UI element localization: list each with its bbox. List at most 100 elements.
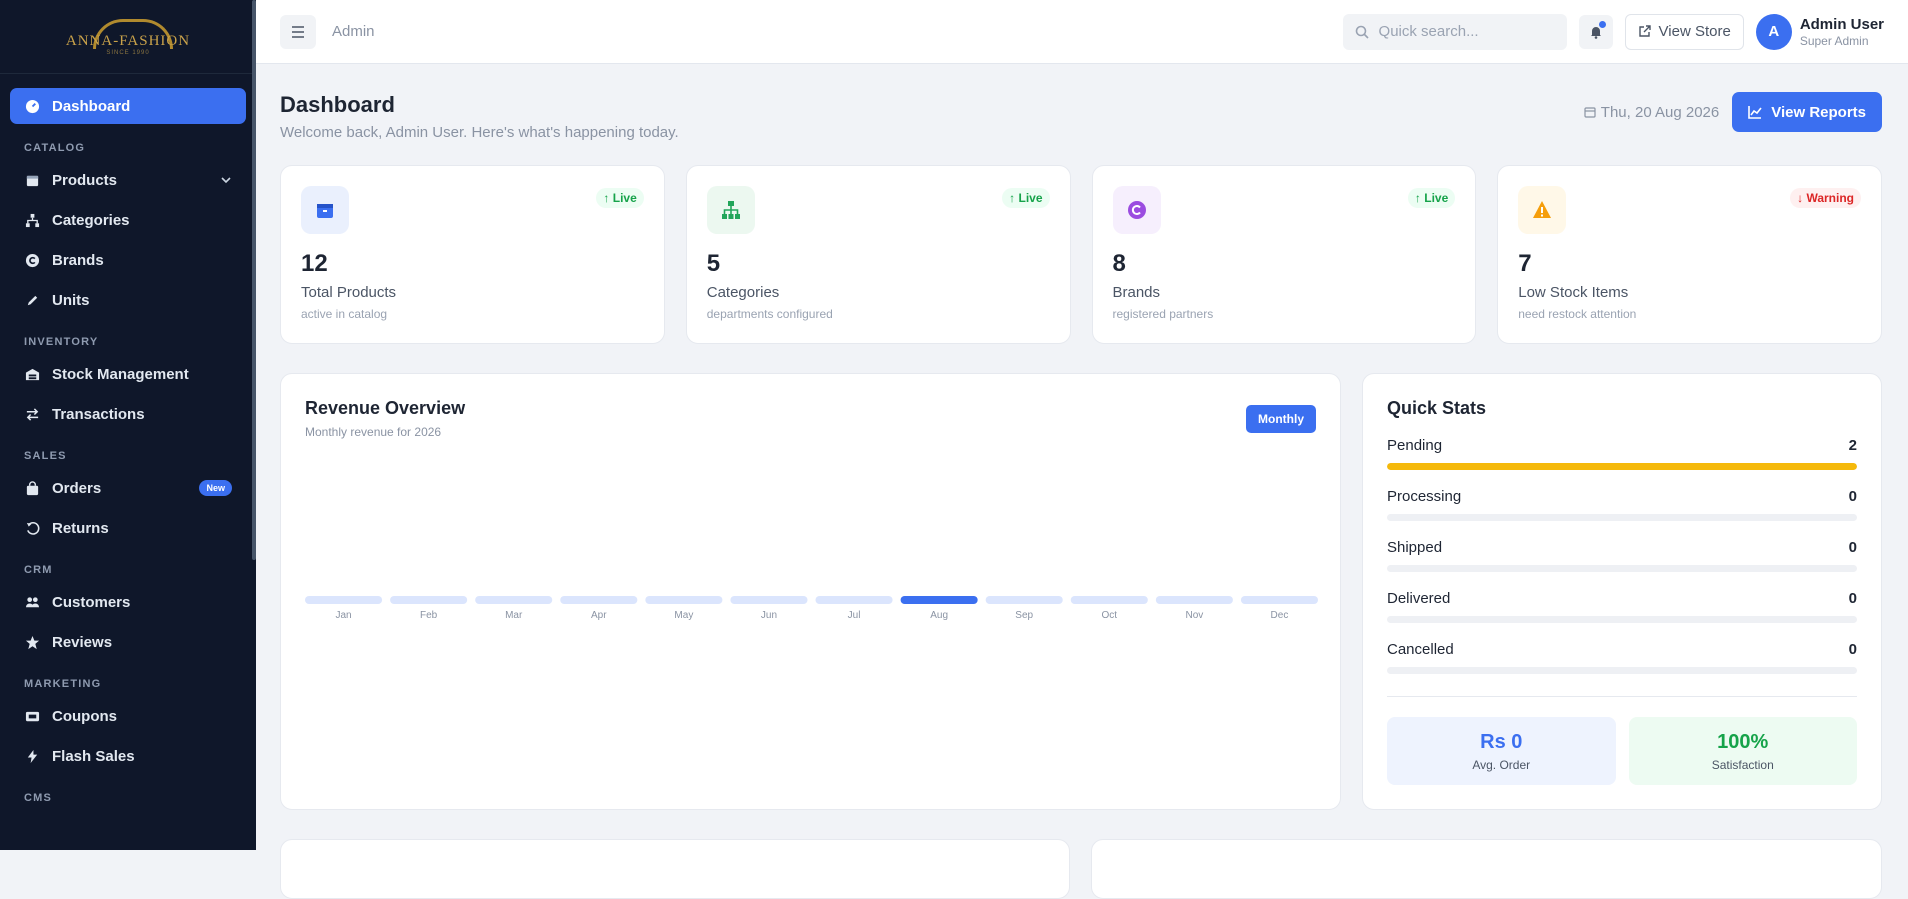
stat-label: Brands: [1112, 284, 1161, 301]
sidebar-item-reviews[interactable]: Reviews: [10, 624, 246, 660]
logo-subtext: SINCE 1990: [106, 49, 150, 56]
divider: [1387, 696, 1857, 697]
stat-row-label: Cancelled: [1387, 641, 1454, 658]
sidebar-item-flash-sales[interactable]: Flash Sales: [10, 738, 246, 774]
notification-dot: [1598, 20, 1606, 28]
view-reports-button[interactable]: View Reports: [1732, 92, 1882, 132]
section-sales: SALES: [24, 450, 67, 462]
monthly-toggle-button[interactable]: Monthly: [1246, 405, 1316, 433]
stat-row-value: 2: [1848, 437, 1857, 454]
quick-stats-title: Quick Stats: [1387, 398, 1487, 418]
stat-label: Low Stock Items: [1518, 284, 1629, 301]
notifications-button[interactable]: [1578, 14, 1613, 49]
stat-row-delivered: Delivered 0: [1387, 590, 1857, 623]
stat-card-products[interactable]: ↑ Live 12 Total Products active in catal…: [280, 165, 665, 344]
x-tick-label: Sep: [1015, 610, 1033, 621]
bar-may[interactable]: [645, 596, 723, 604]
current-date: Thu, 20 Aug 2026: [1584, 104, 1719, 121]
x-tick-label: Dec: [1271, 610, 1289, 621]
bolt-icon: [24, 748, 40, 764]
sidebar-item-categories[interactable]: Categories: [10, 202, 246, 238]
stat-row-shipped: Shipped 0: [1387, 539, 1857, 572]
menu-toggle-button[interactable]: [280, 14, 316, 49]
sidebar-item-transactions[interactable]: Transactions: [10, 396, 246, 432]
shopping-bag-icon: [24, 480, 40, 496]
sidebar-item-coupons[interactable]: Coupons: [10, 698, 246, 734]
user-role: Super Admin: [1799, 33, 1869, 48]
warehouse-icon: [24, 366, 40, 382]
bar-oct[interactable]: [1070, 596, 1148, 604]
sidebar-nav: Dashboard CATALOG Products Categories Br…: [0, 74, 256, 826]
sidebar-item-orders[interactable]: Orders New: [10, 470, 246, 506]
x-tick-label: Jun: [761, 610, 777, 621]
breadcrumb[interactable]: Admin: [332, 23, 375, 40]
sidebar-scrollbar[interactable]: [252, 0, 256, 560]
stat-row-label: Shipped: [1387, 539, 1443, 556]
users-icon: [24, 594, 40, 610]
sidebar-item-products[interactable]: Products: [10, 162, 246, 198]
bar-dec[interactable]: [1240, 596, 1318, 604]
sitemap-icon: [706, 186, 755, 234]
bar-nov[interactable]: [1155, 596, 1233, 604]
sidebar-item-label: Categories: [52, 211, 130, 229]
sidebar-item-label: Dashboard: [52, 97, 131, 115]
view-reports-label: View Reports: [1771, 103, 1866, 121]
bar-jun[interactable]: [730, 596, 808, 604]
search-input[interactable]: Quick search...: [1342, 13, 1567, 50]
topbar: Admin Quick search... View Store A Admin…: [256, 0, 1908, 64]
chart-line-icon: [1748, 106, 1762, 119]
logo[interactable]: ANNA-FASHION SINCE 1990: [0, 0, 256, 74]
bar-feb[interactable]: [390, 596, 468, 604]
stat-card-low-stock[interactable]: ↓ Warning 7 Low Stock Items need restock…: [1497, 165, 1882, 344]
stat-cards: ↑ Live 12 Total Products active in catal…: [280, 165, 1882, 344]
bottom-row: [280, 839, 1882, 899]
sidebar-item-label: Transactions: [52, 405, 145, 423]
sidebar-item-returns[interactable]: Returns: [10, 510, 246, 546]
stat-row-value: 0: [1848, 539, 1857, 556]
section-catalog: CATALOG: [24, 142, 86, 154]
sidebar-item-dashboard[interactable]: Dashboard: [10, 88, 246, 124]
x-tick-label: Jan: [335, 610, 351, 621]
sidebar-item-label: Products: [52, 171, 118, 189]
bar-mar[interactable]: [475, 596, 553, 604]
progress-fill: [1387, 463, 1857, 470]
sidebar-item-customers[interactable]: Customers: [10, 584, 246, 620]
copyright-icon: [24, 252, 40, 268]
bar-jul[interactable]: [815, 596, 893, 604]
stat-card-brands[interactable]: ↑ Live 8 Brands registered partners: [1091, 165, 1477, 344]
stat-value: 8: [1112, 250, 1126, 277]
exchange-icon: [24, 406, 40, 422]
view-store-button[interactable]: View Store: [1624, 13, 1744, 50]
sidebar-item-label: Units: [52, 291, 90, 309]
stat-row-label: Delivered: [1387, 590, 1451, 607]
sidebar-item-stock[interactable]: Stock Management: [10, 356, 246, 392]
copyright-icon: [1112, 186, 1161, 234]
bar-jan[interactable]: [305, 596, 383, 604]
x-tick-label: Apr: [591, 610, 607, 621]
stat-sublabel: need restock attention: [1518, 307, 1637, 321]
bar-aug[interactable]: [900, 596, 978, 604]
sitemap-icon: [24, 212, 40, 228]
bar-sep[interactable]: [985, 596, 1063, 604]
bar-apr[interactable]: [560, 596, 638, 604]
x-tick-label: May: [674, 610, 693, 621]
external-link-icon: [1638, 25, 1651, 37]
stat-sublabel: registered partners: [1112, 307, 1214, 321]
x-tick-label: Oct: [1102, 610, 1118, 621]
chevron-down-icon[interactable]: [220, 174, 232, 186]
new-badge: New: [199, 480, 232, 496]
x-tick-label: Jul: [848, 610, 861, 621]
user-name: Admin User: [1799, 15, 1884, 33]
stat-card-categories[interactable]: ↑ Live 5 Categories departments configur…: [685, 165, 1071, 344]
progress-bar: [1387, 667, 1857, 674]
box-icon: [301, 186, 349, 234]
sidebar-item-units[interactable]: Units: [10, 282, 246, 318]
sidebar-item-label: Brands: [52, 251, 104, 269]
search-placeholder: Quick search...: [1378, 23, 1479, 40]
user-menu[interactable]: A Admin User Super Admin: [1755, 13, 1884, 50]
section-marketing: MARKETING: [24, 678, 102, 690]
sidebar-item-brands[interactable]: Brands: [10, 242, 246, 278]
stat-row-label: Processing: [1387, 488, 1462, 505]
progress-bar: [1387, 616, 1857, 623]
sidebar-item-label: Reviews: [52, 633, 113, 651]
